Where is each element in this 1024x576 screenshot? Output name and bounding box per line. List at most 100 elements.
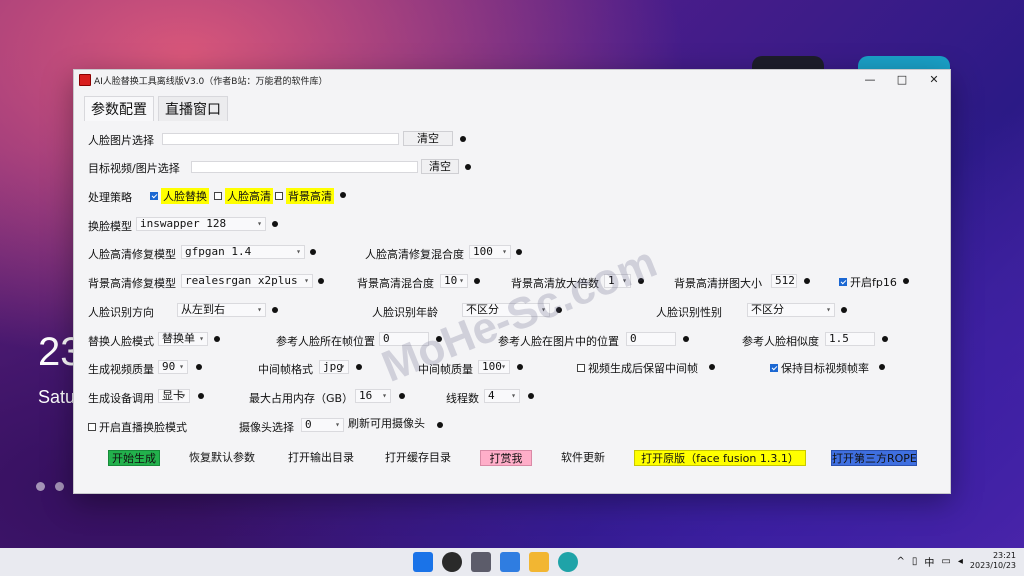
- volume-icon[interactable]: ◂: [958, 556, 963, 567]
- frame-quality-select[interactable]: 100 ▾: [478, 360, 510, 374]
- video-quality-select[interactable]: 90 ▾: [158, 360, 188, 374]
- live-mode-checkbox[interactable]: 开启直播换脸模式: [88, 419, 187, 435]
- face-image-clear-button[interactable]: 清空: [403, 131, 453, 146]
- replace-mode-select[interactable]: 替换单 ▾: [158, 332, 208, 346]
- help-icon[interactable]: [310, 249, 316, 255]
- reward-button[interactable]: 打赏我: [480, 450, 532, 466]
- help-icon[interactable]: [436, 336, 442, 342]
- edge-browser-icon[interactable]: [558, 552, 578, 572]
- desktop-lock-date: Satu: [38, 387, 76, 407]
- close-button[interactable]: ✕: [918, 70, 950, 90]
- title-bar[interactable]: AI人脸替换工具离线版V3.0（作者B站：万能君的软件库） — □ ✕: [74, 70, 950, 90]
- chevron-up-icon[interactable]: ^: [897, 556, 905, 567]
- help-icon[interactable]: [198, 393, 204, 399]
- search-icon[interactable]: [442, 552, 462, 572]
- bg-tile-input[interactable]: 512: [771, 274, 797, 288]
- help-icon[interactable]: [903, 278, 909, 284]
- frame-format-label: 中间帧格式: [258, 363, 313, 376]
- bg-restore-select[interactable]: realesrgan x2plus ▾: [181, 274, 313, 288]
- ref-pos-input[interactable]: 0: [626, 332, 676, 346]
- keep-fps-checkbox[interactable]: 保持目标视频帧率: [770, 360, 869, 376]
- start-button[interactable]: 开始生成: [108, 450, 160, 466]
- usb-icon[interactable]: ▯: [912, 556, 918, 567]
- start-menu-icon[interactable]: [413, 552, 433, 572]
- help-icon[interactable]: [214, 336, 220, 342]
- face-gender-select[interactable]: 不区分 ▾: [747, 303, 835, 317]
- help-icon[interactable]: [460, 136, 466, 142]
- tab-params[interactable]: 参数配置: [84, 96, 154, 121]
- face-image-input[interactable]: [162, 133, 399, 145]
- frame-quality-label: 中间帧质量: [418, 363, 473, 376]
- task-view-icon[interactable]: [471, 552, 491, 572]
- replace-mode-label: 替换人脸模式: [88, 335, 154, 348]
- frame-format-select[interactable]: jpg ▾: [319, 360, 349, 374]
- help-icon[interactable]: [465, 164, 471, 170]
- strategy-face-enhance-checkbox[interactable]: 人脸高清: [214, 188, 273, 204]
- tab-live[interactable]: 直播窗口: [158, 96, 228, 121]
- face-direction-select[interactable]: 从左到右 ▾: [177, 303, 266, 317]
- bg-tile-label: 背景高清拼图大小: [674, 277, 762, 290]
- refresh-camera-button[interactable]: 刷新可用摄像头: [348, 417, 440, 432]
- strategy-face-swap-checkbox[interactable]: 人脸替换: [150, 188, 209, 204]
- open-cache-button[interactable]: 打开缓存目录: [381, 450, 455, 466]
- face-age-label: 人脸识别年龄: [372, 306, 438, 319]
- target-input[interactable]: [191, 161, 418, 173]
- bg-scale-select[interactable]: 1 ▾: [604, 274, 631, 288]
- help-icon[interactable]: [683, 336, 689, 342]
- target-clear-button[interactable]: 清空: [421, 159, 459, 174]
- network-icon[interactable]: ▭: [941, 556, 950, 567]
- help-icon[interactable]: [516, 249, 522, 255]
- bg-scale-label: 背景高清放大倍数: [511, 277, 599, 290]
- open-rope-button[interactable]: 打开第三方ROPE: [831, 450, 917, 466]
- help-icon[interactable]: [709, 364, 715, 370]
- help-icon[interactable]: [528, 393, 534, 399]
- minimize-button[interactable]: —: [854, 70, 886, 90]
- taskbar-clock[interactable]: 23:21 2023/10/23: [970, 551, 1016, 571]
- help-icon[interactable]: [474, 278, 480, 284]
- help-icon[interactable]: [841, 307, 847, 313]
- camera-select[interactable]: 0 ▾: [301, 418, 344, 432]
- ref-sim-label: 参考人脸相似度: [742, 335, 819, 348]
- face-direction-label: 人脸识别方向: [88, 306, 154, 319]
- update-button[interactable]: 软件更新: [557, 450, 609, 466]
- help-icon[interactable]: [517, 364, 523, 370]
- reset-defaults-button[interactable]: 恢复默认参数: [185, 450, 259, 466]
- strategy-bg-enhance-checkbox[interactable]: 背景高清: [275, 188, 334, 204]
- max-mem-select[interactable]: 16 ▾: [355, 389, 391, 403]
- device-select[interactable]: 显卡 ▾: [158, 389, 190, 403]
- face-restore-blend-select[interactable]: 100 ▾: [469, 245, 511, 259]
- face-restore-blend-label: 人脸高清修复混合度: [365, 248, 464, 261]
- face-restore-select[interactable]: gfpgan 1.4 ▾: [181, 245, 305, 259]
- bg-blend-label: 背景高清混合度: [357, 277, 434, 290]
- threads-label: 线程数: [446, 392, 479, 405]
- help-icon[interactable]: [272, 221, 278, 227]
- help-icon[interactable]: [340, 192, 346, 198]
- help-icon[interactable]: [638, 278, 644, 284]
- fp16-checkbox[interactable]: 开启fp16: [839, 274, 897, 290]
- camera-label: 摄像头选择: [239, 421, 294, 434]
- keep-frames-checkbox[interactable]: 视频生成后保留中间帧: [577, 360, 698, 376]
- help-icon[interactable]: [556, 307, 562, 313]
- help-icon[interactable]: [356, 364, 362, 370]
- open-original-button[interactable]: 打开原版（face fusion 1.3.1）: [634, 450, 806, 466]
- help-icon[interactable]: [196, 364, 202, 370]
- help-icon[interactable]: [879, 364, 885, 370]
- help-icon[interactable]: [318, 278, 324, 284]
- face-age-select[interactable]: 不区分 ▾: [462, 303, 550, 317]
- ref-sim-input[interactable]: 1.5: [825, 332, 875, 346]
- language-indicator[interactable]: 中: [924, 554, 934, 569]
- swap-model-select[interactable]: inswapper 128 ▾: [136, 217, 266, 231]
- help-icon[interactable]: [882, 336, 888, 342]
- help-icon[interactable]: [804, 278, 810, 284]
- help-icon[interactable]: [399, 393, 405, 399]
- maximize-button[interactable]: □: [886, 70, 918, 90]
- open-output-button[interactable]: 打开输出目录: [284, 450, 358, 466]
- help-icon[interactable]: [272, 307, 278, 313]
- ref-frame-input[interactable]: 0: [379, 332, 429, 346]
- file-explorer-icon[interactable]: [529, 552, 549, 572]
- help-icon[interactable]: [437, 422, 443, 428]
- bg-blend-select[interactable]: 10 ▾: [440, 274, 468, 288]
- threads-select[interactable]: 4 ▾: [484, 389, 520, 403]
- widgets-icon[interactable]: [500, 552, 520, 572]
- app-icon: [79, 74, 91, 86]
